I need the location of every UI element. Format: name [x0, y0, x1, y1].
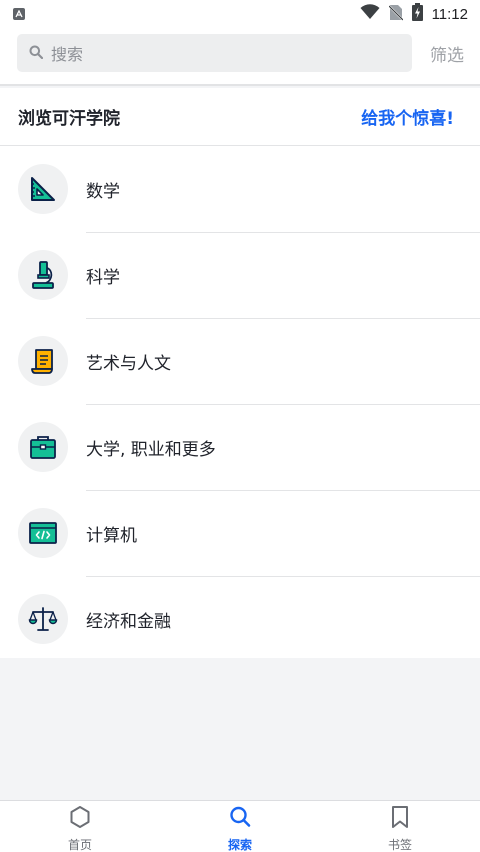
wifi-icon	[360, 4, 380, 24]
code-window-icon	[18, 508, 68, 558]
triangle-ruler-icon	[18, 164, 68, 214]
tab-explore[interactable]: 探索	[160, 801, 320, 852]
notification-app-icon	[13, 8, 25, 20]
briefcase-icon	[18, 422, 68, 472]
domain-label: 经济和金融	[86, 611, 171, 632]
scroll-icon	[18, 336, 68, 386]
hexagon-icon	[69, 805, 91, 833]
domain-list: 数学 科学 艺术与人文 大学, 职业和更多 计算机 经济和金融	[0, 146, 480, 658]
tab-home[interactable]: 首页	[0, 801, 160, 852]
domain-label: 科学	[86, 267, 120, 288]
domain-item-economics-finance[interactable]: 经济和金融	[0, 576, 480, 662]
surprise-me-link[interactable]: 给我个惊喜!	[361, 104, 454, 129]
domain-label: 艺术与人文	[86, 353, 171, 374]
search-input[interactable]: 搜索	[17, 34, 412, 72]
domain-item-arts-humanities[interactable]: 艺术与人文	[0, 318, 480, 404]
section-title: 浏览可汗学院	[18, 109, 120, 129]
bookmark-icon	[389, 805, 411, 833]
domain-item-science[interactable]: 科学	[0, 232, 480, 318]
balance-scale-icon	[18, 594, 68, 644]
browse-section-header: 浏览可汗学院 给我个惊喜!	[0, 88, 480, 146]
status-bar: 11:12	[0, 0, 480, 28]
tab-bookmarks[interactable]: 书签	[320, 801, 480, 852]
tab-label: 探索	[227, 838, 252, 852]
tab-label: 书签	[387, 838, 412, 852]
search-header: 搜索 筛选	[0, 28, 480, 86]
battery-charging-icon	[411, 3, 423, 25]
domain-item-college-careers[interactable]: 大学, 职业和更多	[0, 404, 480, 490]
status-time: 11:12	[431, 5, 468, 23]
microscope-icon	[18, 250, 68, 300]
domain-label: 数学	[86, 181, 120, 202]
domain-item-math[interactable]: 数学	[0, 146, 480, 232]
tab-label: 首页	[67, 838, 92, 852]
domain-label: 大学, 职业和更多	[86, 439, 216, 460]
domain-item-computing[interactable]: 计算机	[0, 490, 480, 576]
search-icon	[29, 44, 44, 63]
filter-button[interactable]: 筛选	[430, 41, 464, 66]
no-sim-icon	[387, 4, 404, 25]
domain-label: 计算机	[86, 525, 137, 546]
bottom-nav: 首页 探索 书签	[0, 800, 480, 852]
search-icon	[229, 805, 251, 833]
search-placeholder: 搜索	[51, 45, 84, 64]
